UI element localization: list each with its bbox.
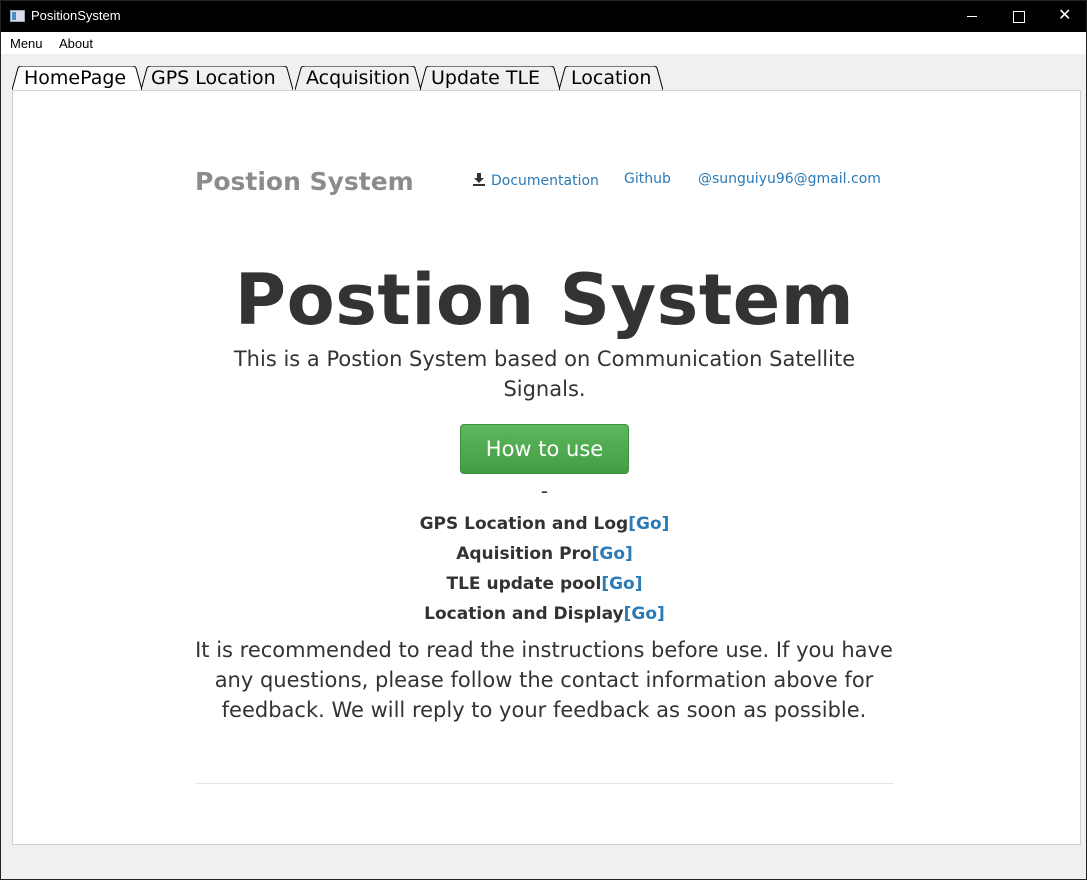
hero-title: Postion System bbox=[234, 259, 855, 341]
tab-location[interactable]: Location bbox=[559, 66, 663, 91]
separator-text: - bbox=[540, 479, 549, 503]
tab-label: Acquisition bbox=[306, 67, 411, 89]
menu-item-menu[interactable]: Menu bbox=[10, 36, 43, 51]
feature-label: Location and Display bbox=[424, 604, 624, 624]
menu-item-about[interactable]: About bbox=[59, 36, 93, 51]
minimize-button[interactable] bbox=[949, 1, 995, 32]
feature-label: TLE update pool bbox=[446, 574, 602, 594]
email-link[interactable]: @sunguiyu96@gmail.com bbox=[698, 171, 881, 187]
recommendation-text: It is recommended to read the instructio… bbox=[195, 638, 893, 722]
go-link[interactable]: [Go] bbox=[624, 604, 665, 624]
footer-divider bbox=[195, 783, 894, 784]
how-to-use-button[interactable]: How to use bbox=[460, 424, 629, 474]
menu-bar: Menu About bbox=[1, 32, 1086, 54]
maximize-button[interactable] bbox=[995, 1, 1041, 32]
feature-tle-update: TLE update pool[Go] bbox=[1, 574, 1087, 594]
hero-subtitle: This is a Postion System based on Commun… bbox=[233, 347, 856, 401]
go-link[interactable]: [Go] bbox=[628, 514, 669, 534]
download-icon bbox=[473, 173, 485, 186]
close-button[interactable]: ✕ bbox=[1041, 1, 1087, 32]
title-bar[interactable]: PositionSystem ✕ bbox=[1, 1, 1086, 32]
feature-gps-location: GPS Location and Log[Go] bbox=[1, 514, 1087, 534]
tab-label: GPS Location bbox=[151, 67, 276, 89]
tab-label: Update TLE bbox=[431, 67, 541, 89]
feature-acquisition: Aquisition Pro[Go] bbox=[1, 544, 1087, 564]
tab-gps-location[interactable]: GPS Location bbox=[141, 66, 293, 91]
tab-label: Location bbox=[571, 67, 652, 89]
feature-label: GPS Location and Log bbox=[419, 514, 629, 534]
app-window: PositionSystem ✕ Menu About HomePage GPS… bbox=[0, 0, 1087, 880]
feature-location-display: Location and Display[Go] bbox=[1, 604, 1087, 624]
tab-label: HomePage bbox=[24, 67, 127, 89]
tab-acquisition[interactable]: Acquisition bbox=[295, 66, 421, 91]
github-link[interactable]: Github bbox=[624, 171, 671, 187]
go-link[interactable]: [Go] bbox=[601, 574, 642, 594]
tab-homepage[interactable]: HomePage bbox=[12, 66, 142, 91]
tab-update-tle[interactable]: Update TLE bbox=[420, 66, 560, 91]
app-icon bbox=[10, 10, 25, 22]
close-icon: ✕ bbox=[1058, 5, 1072, 24]
nav-brand[interactable]: Postion System bbox=[195, 167, 414, 196]
documentation-link[interactable]: Documentation bbox=[491, 173, 599, 189]
window-title: PositionSystem bbox=[31, 8, 121, 23]
go-link[interactable]: [Go] bbox=[592, 544, 633, 564]
feature-label: Aquisition Pro bbox=[456, 544, 592, 564]
